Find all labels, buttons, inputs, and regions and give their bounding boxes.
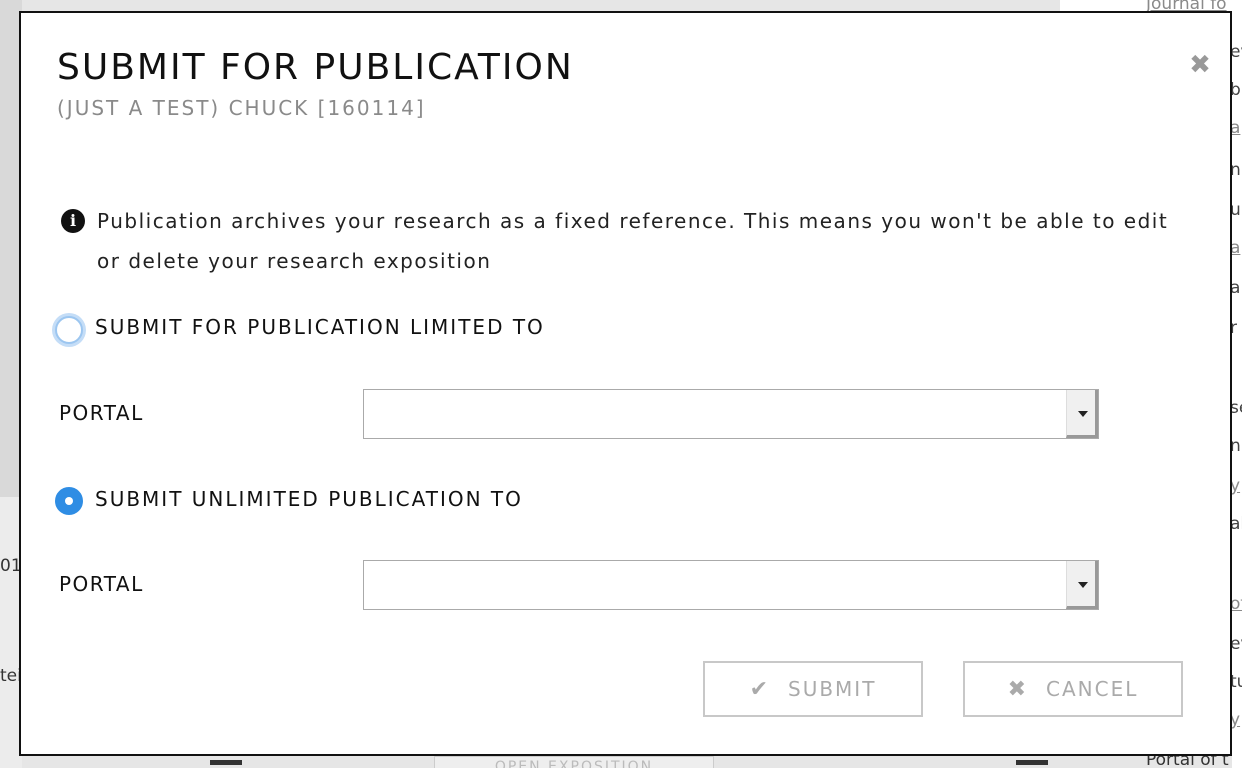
background-menu-icon xyxy=(1016,760,1048,765)
portal-select-unlimited[interactable] xyxy=(363,560,1099,610)
dialog-title: SUBMIT FOR PUBLICATION xyxy=(57,47,574,88)
radio-limited-publication[interactable] xyxy=(55,316,83,344)
portal-label-unlimited: PORTAL xyxy=(59,572,144,596)
check-icon: ✔ xyxy=(749,676,770,702)
portal-label-limited: PORTAL xyxy=(59,401,144,425)
radio-label-unlimited-publication: SUBMIT UNLIMITED PUBLICATION TO xyxy=(95,487,523,511)
background-menu-icon xyxy=(210,760,242,765)
close-icon[interactable]: ✖ xyxy=(1188,52,1212,78)
submit-button-label: SUBMIT xyxy=(788,677,877,701)
dialog-subtitle: (JUST A TEST) CHUCK [160114] xyxy=(57,96,426,120)
portal-select-limited[interactable] xyxy=(363,389,1099,439)
cancel-button[interactable]: ✖ CANCEL xyxy=(963,661,1183,717)
cancel-button-label: CANCEL xyxy=(1046,677,1139,701)
chevron-down-icon xyxy=(1066,561,1098,609)
radio-unlimited-publication[interactable] xyxy=(55,487,83,515)
radio-label-limited-publication: SUBMIT FOR PUBLICATION LIMITED TO xyxy=(95,315,545,339)
close-icon: ✖ xyxy=(1007,676,1029,702)
chevron-down-icon xyxy=(1066,390,1098,438)
submit-button[interactable]: ✔ SUBMIT xyxy=(703,661,923,717)
background-open-exposition-button: OPEN EXPOSITION xyxy=(434,756,714,768)
submit-publication-dialog: SUBMIT FOR PUBLICATION (JUST A TEST) CHU… xyxy=(19,11,1232,756)
info-icon: i xyxy=(61,209,85,233)
info-text: Publication archives your research as a … xyxy=(97,209,1169,273)
